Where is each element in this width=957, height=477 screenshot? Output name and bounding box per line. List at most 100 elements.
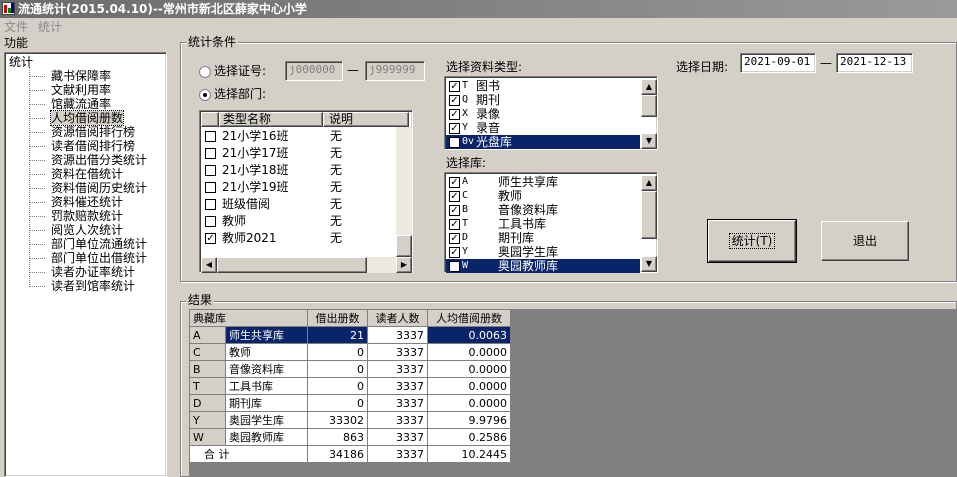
results-row[interactable]: C 教师 0 3337 0.0000 xyxy=(189,343,511,361)
type-checkbox[interactable]: ✓ xyxy=(449,122,460,134)
dept-name[interactable]: 21小学17班 xyxy=(222,145,289,162)
dept-checkbox[interactable] xyxy=(205,131,216,142)
dept-checkbox[interactable] xyxy=(205,165,216,176)
tree-item[interactable]: 文献利用率 xyxy=(51,83,111,97)
tree-item[interactable]: 资料在借统计 xyxy=(51,167,123,181)
lib-checkbox[interactable]: ✓ xyxy=(449,204,460,216)
row-readers: 3337 xyxy=(367,360,428,378)
type-checkbox[interactable]: ✓ xyxy=(449,136,460,148)
dept-header-desc[interactable]: 说明 xyxy=(323,112,409,127)
tree-item[interactable]: 读者借阅排行榜 xyxy=(51,139,135,153)
dept-checkbox[interactable] xyxy=(205,182,216,193)
total-avg: 10.2445 xyxy=(427,445,511,463)
lib-item[interactable]: ✓ B 音像资料库 xyxy=(446,203,640,217)
dept-scroll-left[interactable]: ◀ xyxy=(201,257,217,273)
lib-checkbox[interactable]: ✓ xyxy=(449,232,460,244)
library-list[interactable]: ✓ W 奥园教师库 ✓ Y 奥园学生库 ✓ D 期刊库 ✓ T 工具书库 ✓ B 音像资料库 ✓ C 教师 ✓ A 师生… xyxy=(444,172,658,273)
tree-item[interactable]: 读者到馆率统计 xyxy=(51,279,135,293)
type-checkbox[interactable]: ✓ xyxy=(449,80,460,92)
type-scroll-down[interactable]: ▼ xyxy=(641,133,657,149)
results-row[interactable]: W 奥园教师库 863 3337 0.2586 xyxy=(189,428,511,446)
dept-vscroll-thumb[interactable] xyxy=(396,235,412,257)
type-item[interactable]: ✓ X 录像 xyxy=(446,107,640,121)
window-title-bar[interactable]: 流通统计(2015.04.10)--常州市新北区薛家中心小学 xyxy=(0,0,957,18)
radio-department[interactable] xyxy=(199,89,211,101)
department-list[interactable]: 类型名称 说明 21小学16班无 21小学17班无 21小学18班无 21小学19班无… xyxy=(199,110,413,273)
tree-item[interactable]: 资料借阅历史统计 xyxy=(51,181,147,195)
dept-name[interactable]: 21小学19班 xyxy=(222,179,289,196)
date-from-field[interactable]: 2021-09-01 xyxy=(740,53,816,73)
dept-checkbox[interactable] xyxy=(205,199,216,210)
results-table[interactable]: 典藏库 借出册数 读者人数 人均借阅册数 A 师生共享库 21 3337 0.0063 C 教师 0 3… xyxy=(189,309,511,463)
lib-checkbox[interactable]: ✓ xyxy=(449,218,460,230)
tree-item[interactable]: 人均借阅册数 xyxy=(49,110,125,126)
total-lent: 34186 xyxy=(307,445,368,463)
menu-file[interactable]: 文件 xyxy=(4,18,28,36)
lib-item[interactable]: ✓ Y 奥园学生库 xyxy=(446,245,640,259)
type-item[interactable]: ✓ Y 录音 xyxy=(446,121,640,135)
col-header-lent[interactable]: 借出册数 xyxy=(307,309,368,327)
type-item[interactable]: ✓ 0v 光盘库 xyxy=(446,135,640,149)
tree-item[interactable]: 资源出借分类统计 xyxy=(51,153,147,167)
exit-button[interactable]: 退出 xyxy=(821,221,909,261)
tree-item[interactable]: 部门单位流通统计 xyxy=(51,237,147,251)
col-header-library[interactable]: 典藏库 xyxy=(189,309,308,327)
lib-item[interactable]: ✓ D 期刊库 xyxy=(446,231,640,245)
tree-item[interactable]: 资源借阅排行榜 xyxy=(51,125,135,139)
dept-checkbox[interactable] xyxy=(205,216,216,227)
stat-button[interactable]: 统计(T) xyxy=(707,219,797,263)
type-checkbox[interactable]: ✓ xyxy=(449,108,460,120)
tree-item[interactable]: 部门单位出借统计 xyxy=(51,251,147,265)
lib-item[interactable]: ✓ T 工具书库 xyxy=(446,217,640,231)
col-header-avg[interactable]: 人均借阅册数 xyxy=(427,309,511,327)
tree-item[interactable]: 资料催还统计 xyxy=(51,195,123,209)
dept-checkbox[interactable]: ✓ xyxy=(205,233,216,244)
dept-name[interactable]: 21小学16班 xyxy=(222,128,289,145)
lib-checkbox[interactable]: ✓ xyxy=(449,190,460,202)
lib-scroll-thumb[interactable] xyxy=(641,191,657,239)
date-to-field[interactable]: 2021-12-13 xyxy=(836,53,913,73)
dept-hscroll-thumb[interactable] xyxy=(217,257,367,273)
tree-item[interactable]: 馆藏流通率 xyxy=(51,97,111,111)
tree-item[interactable]: 读者办证率统计 xyxy=(51,265,135,279)
type-scroll-up[interactable]: ▲ xyxy=(641,79,657,95)
lib-scroll-down[interactable]: ▼ xyxy=(641,256,657,272)
lib-checkbox[interactable]: ✓ xyxy=(449,260,460,272)
card-from-field[interactable]: j000000 xyxy=(285,61,343,81)
results-row[interactable]: T 工具书库 0 3337 0.0000 xyxy=(189,377,511,395)
col-header-readers[interactable]: 读者人数 xyxy=(367,309,428,327)
dept-checkbox[interactable] xyxy=(205,148,216,159)
lib-scroll-up[interactable]: ▲ xyxy=(641,175,657,191)
results-row[interactable]: A 师生共享库 21 3337 0.0063 xyxy=(189,326,511,344)
results-row[interactable]: Y 奥园学生库 33302 3337 9.9796 xyxy=(189,411,511,429)
function-tree[interactable]: 统计 藏书保障率 文献利用率 馆藏流通率 人均借阅册数 资源借阅排行榜 读者借阅排行榜 资源… xyxy=(4,52,167,477)
dept-name[interactable]: 教师2021 xyxy=(222,230,277,247)
tree-branch xyxy=(29,286,45,287)
type-scroll-thumb[interactable] xyxy=(641,95,657,117)
dept-name[interactable]: 班级借阅 xyxy=(222,196,270,213)
tree-item[interactable]: 罚款赔款统计 xyxy=(51,209,123,223)
dept-scroll-right[interactable]: ▶ xyxy=(396,257,412,273)
lib-item[interactable]: ✓ W 奥园教师库 xyxy=(446,259,640,273)
dept-name[interactable]: 21小学18班 xyxy=(222,162,289,179)
type-item[interactable]: ✓ T 图书 xyxy=(446,79,640,93)
card-to-field[interactable]: j999999 xyxy=(365,61,425,81)
lib-item[interactable]: ✓ C 教师 xyxy=(446,189,640,203)
results-row[interactable]: B 音像资料库 0 3337 0.0000 xyxy=(189,360,511,378)
radio-department-label[interactable]: 选择部门: xyxy=(214,87,266,101)
dept-header-name[interactable]: 类型名称 xyxy=(219,112,323,127)
type-checkbox[interactable]: ✓ xyxy=(449,94,460,106)
criteria-title: 统计条件 xyxy=(186,35,239,49)
lib-checkbox[interactable]: ✓ xyxy=(449,176,460,188)
dept-name[interactable]: 教师 xyxy=(222,213,246,230)
type-item[interactable]: ✓ Q 期刊 xyxy=(446,93,640,107)
tree-item[interactable]: 阅览人次统计 xyxy=(51,223,123,237)
menu-stats[interactable]: 统计 xyxy=(38,18,62,36)
radio-card-number[interactable] xyxy=(199,66,211,78)
tree-item[interactable]: 藏书保障率 xyxy=(51,69,111,83)
lib-item[interactable]: ✓ A 师生共享库 xyxy=(446,175,640,189)
type-list[interactable]: ✓ 0v 光盘库 ✓ Y 录音 ✓ X 录像 ✓ Q 期刊 ✓ T 图书 ▲ ▼ xyxy=(444,76,658,150)
radio-card-label[interactable]: 选择证号: xyxy=(214,64,266,78)
results-row[interactable]: D 期刊库 0 3337 0.0000 xyxy=(189,394,511,412)
lib-checkbox[interactable]: ✓ xyxy=(449,246,460,258)
